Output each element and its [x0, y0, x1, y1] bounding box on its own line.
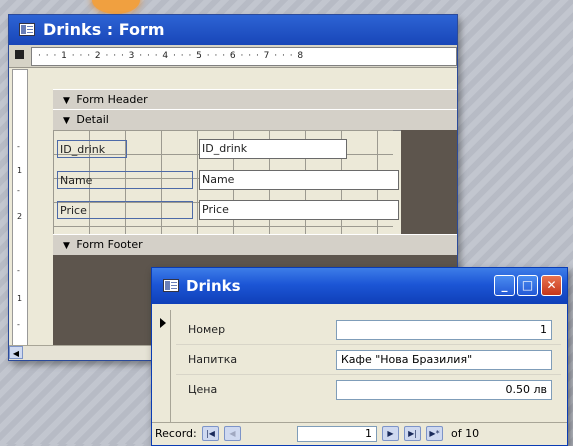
detail-dark-area — [401, 130, 457, 234]
vruler-mark: 1 — [17, 294, 23, 303]
field-divider — [176, 374, 561, 375]
form-selector[interactable] — [15, 50, 24, 59]
current-record-icon — [160, 318, 166, 328]
nomer-label: Номер — [188, 323, 226, 336]
ruler-row: · · · 1 · · · 2 · · · 3 · · · 4 · · · 5 … — [9, 45, 457, 68]
price-control[interactable]: Price — [199, 200, 399, 220]
tsena-field[interactable]: 0.50 лв — [336, 380, 552, 400]
section-arrow-icon: ▼ — [63, 241, 70, 251]
vruler-mark: - — [17, 266, 20, 275]
vruler-mark: - — [17, 142, 20, 151]
record-navigation-bar: Record: |◀ ◀ 1 ▶ ▶| ▶* of 10 — [152, 422, 567, 445]
record-count: of 10 — [451, 427, 480, 440]
form-footer-label: Form Footer — [76, 238, 143, 251]
vruler-mark: 1 — [17, 166, 23, 175]
vruler-mark: 2 — [17, 212, 23, 221]
tsena-label: Цена — [188, 383, 218, 396]
record-selector[interactable] — [156, 310, 171, 422]
minimize-button[interactable]: _ — [494, 275, 515, 296]
form-icon — [19, 23, 35, 36]
drinks-form-window: Drinks _ □ ✕ Номер 1 Напитка Кафе "Нова … — [151, 267, 568, 446]
form-header-bar[interactable]: ▼ Form Header — [53, 89, 457, 111]
vruler-mark: - — [17, 186, 20, 195]
record-number-input[interactable]: 1 — [297, 426, 377, 442]
field-divider — [176, 344, 561, 345]
design-title-bar[interactable]: Drinks : Form — [9, 15, 457, 45]
close-button[interactable]: ✕ — [541, 275, 562, 296]
id-drink-control[interactable]: ID_drink — [199, 139, 347, 159]
last-record-button[interactable]: ▶| — [404, 426, 421, 441]
first-record-button[interactable]: |◀ — [202, 426, 219, 441]
previous-record-button[interactable]: ◀ — [224, 426, 241, 441]
new-record-button[interactable]: ▶* — [426, 426, 443, 441]
maximize-button[interactable]: □ — [517, 275, 538, 296]
next-record-button[interactable]: ▶ — [382, 426, 399, 441]
decorative-blob — [92, 0, 140, 14]
napitka-field[interactable]: Кафе "Нова Бразилия" — [336, 350, 552, 370]
scroll-left-icon[interactable]: ◀ — [9, 346, 23, 359]
drinks-window-title: Drinks — [186, 277, 241, 295]
horizontal-ruler[interactable]: · · · 1 · · · 2 · · · 3 · · · 4 · · · 5 … — [31, 47, 457, 66]
form-header-label: Form Header — [76, 93, 148, 106]
napitka-label: Напитка — [188, 353, 238, 366]
nomer-field[interactable]: 1 — [336, 320, 552, 340]
detail-bar[interactable]: ▼ Detail — [53, 109, 457, 131]
vertical-ruler[interactable]: - 1 - 2 - 1 - — [12, 69, 28, 346]
form-body: Номер 1 Напитка Кафе "Нова Бразилия" Цен… — [176, 310, 561, 422]
detail-label: Detail — [76, 113, 109, 126]
name-label[interactable]: Name — [57, 171, 193, 189]
form-footer-bar[interactable]: ▼ Form Footer — [53, 234, 457, 256]
record-label: Record: — [155, 427, 197, 440]
section-arrow-icon: ▼ — [63, 96, 70, 106]
price-label[interactable]: Price — [57, 201, 193, 219]
vruler-mark: - — [17, 320, 20, 329]
drinks-title-bar[interactable]: Drinks _ □ ✕ — [152, 268, 567, 304]
name-control[interactable]: Name — [199, 170, 399, 190]
id-drink-label[interactable]: ID_drink — [57, 140, 127, 158]
design-window-title: Drinks : Form — [43, 20, 165, 39]
section-arrow-icon: ▼ — [63, 116, 70, 126]
form-icon — [163, 279, 179, 292]
